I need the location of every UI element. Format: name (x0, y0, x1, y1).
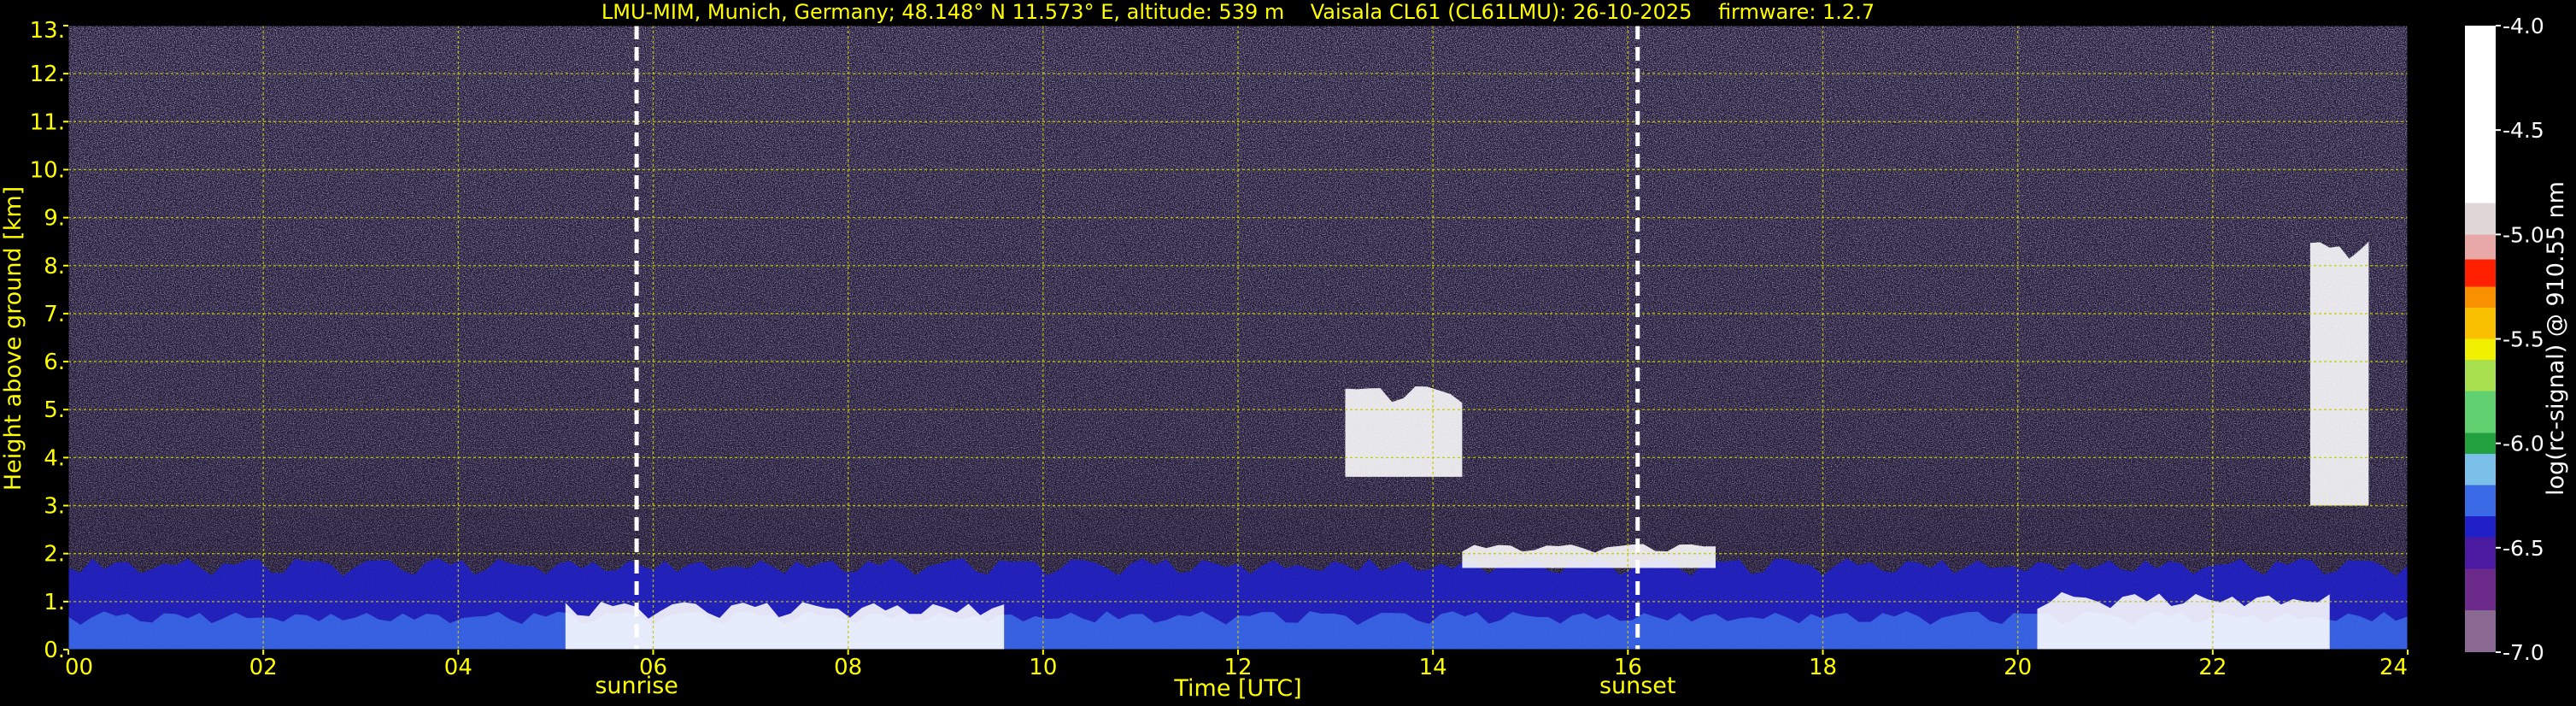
y-tick-label: 10. (30, 157, 65, 183)
x-tick-label: 02 (249, 655, 278, 680)
y-tick-label: 4. (44, 445, 65, 471)
y-tick-label: 11. (30, 109, 65, 135)
y-tick-label: 8. (44, 254, 65, 279)
x-tick-label: 08 (834, 655, 862, 680)
x-tick-label: 06 (639, 655, 667, 680)
y-axis-label: Height above ground [km] (0, 186, 26, 491)
colorbar-tick-label: -6.0 (2503, 432, 2544, 456)
x-tick-label: 22 (2198, 655, 2227, 680)
x-tick-label: 18 (1809, 655, 1837, 680)
backscatter-feature (2309, 241, 2369, 506)
x-tick-label: 04 (444, 655, 472, 680)
y-tick-label: 2. (44, 542, 65, 568)
x-axis-label: Time [UTC] (1173, 675, 1301, 702)
x-tick-label: 14 (1419, 655, 1447, 680)
y-tick-label: 12. (30, 62, 65, 87)
colorbar-tick-label: -4.0 (2503, 14, 2544, 38)
colorbar-ticks: -4.0 -4.5 -5.0 -5.5 -6.0 -6.5 -7.0 (2496, 14, 2544, 665)
colorbar-label: log(rc-signal) @ 910.55 nm (2543, 181, 2569, 496)
colorbar: -4.0 -4.5 -5.0 -5.5 -6.0 -6.5 -7.0 log(rc-sign… (2465, 14, 2569, 665)
colorbar-tick-label: -5.5 (2503, 327, 2544, 352)
y-axis: 0. 1. 2. 3. 4. 5. 6. 7. 8. 9. 10. 11. 12. 13. (30, 18, 68, 663)
y-tick-label: 3. (44, 494, 65, 520)
y-tick-label: 0. (44, 638, 65, 663)
x-tick-label: 10 (1029, 655, 1057, 680)
colorbar-tick-label: -7.0 (2503, 640, 2544, 665)
y-tick-label: 1. (44, 590, 65, 615)
ceilometer-figure: LMU-MIM, Munich, Germany; 48.148° N 11.5… (0, 0, 2569, 702)
y-tick-label: 6. (44, 350, 65, 375)
y-tick-label: 13. (30, 18, 65, 44)
colorbar-tick-label: -5.0 (2503, 222, 2544, 247)
backscatter-feature (1345, 386, 1463, 477)
x-tick-label: 00 (65, 655, 93, 680)
colorbar-tick-label: -6.5 (2503, 536, 2544, 561)
figure-title: LMU-MIM, Munich, Germany; 48.148° N 11.5… (601, 0, 1875, 24)
y-tick-label: 7. (44, 302, 65, 327)
y-tick-label: 9. (44, 206, 65, 232)
colorbar-tick-label: -4.5 (2503, 118, 2544, 143)
x-tick-label: 24 (2379, 655, 2408, 680)
y-tick-label: 5. (44, 397, 65, 423)
colorbar-scale (2465, 26, 2496, 652)
x-tick-label: 20 (2004, 655, 2032, 680)
x-tick-label: 16 (1614, 655, 1642, 680)
